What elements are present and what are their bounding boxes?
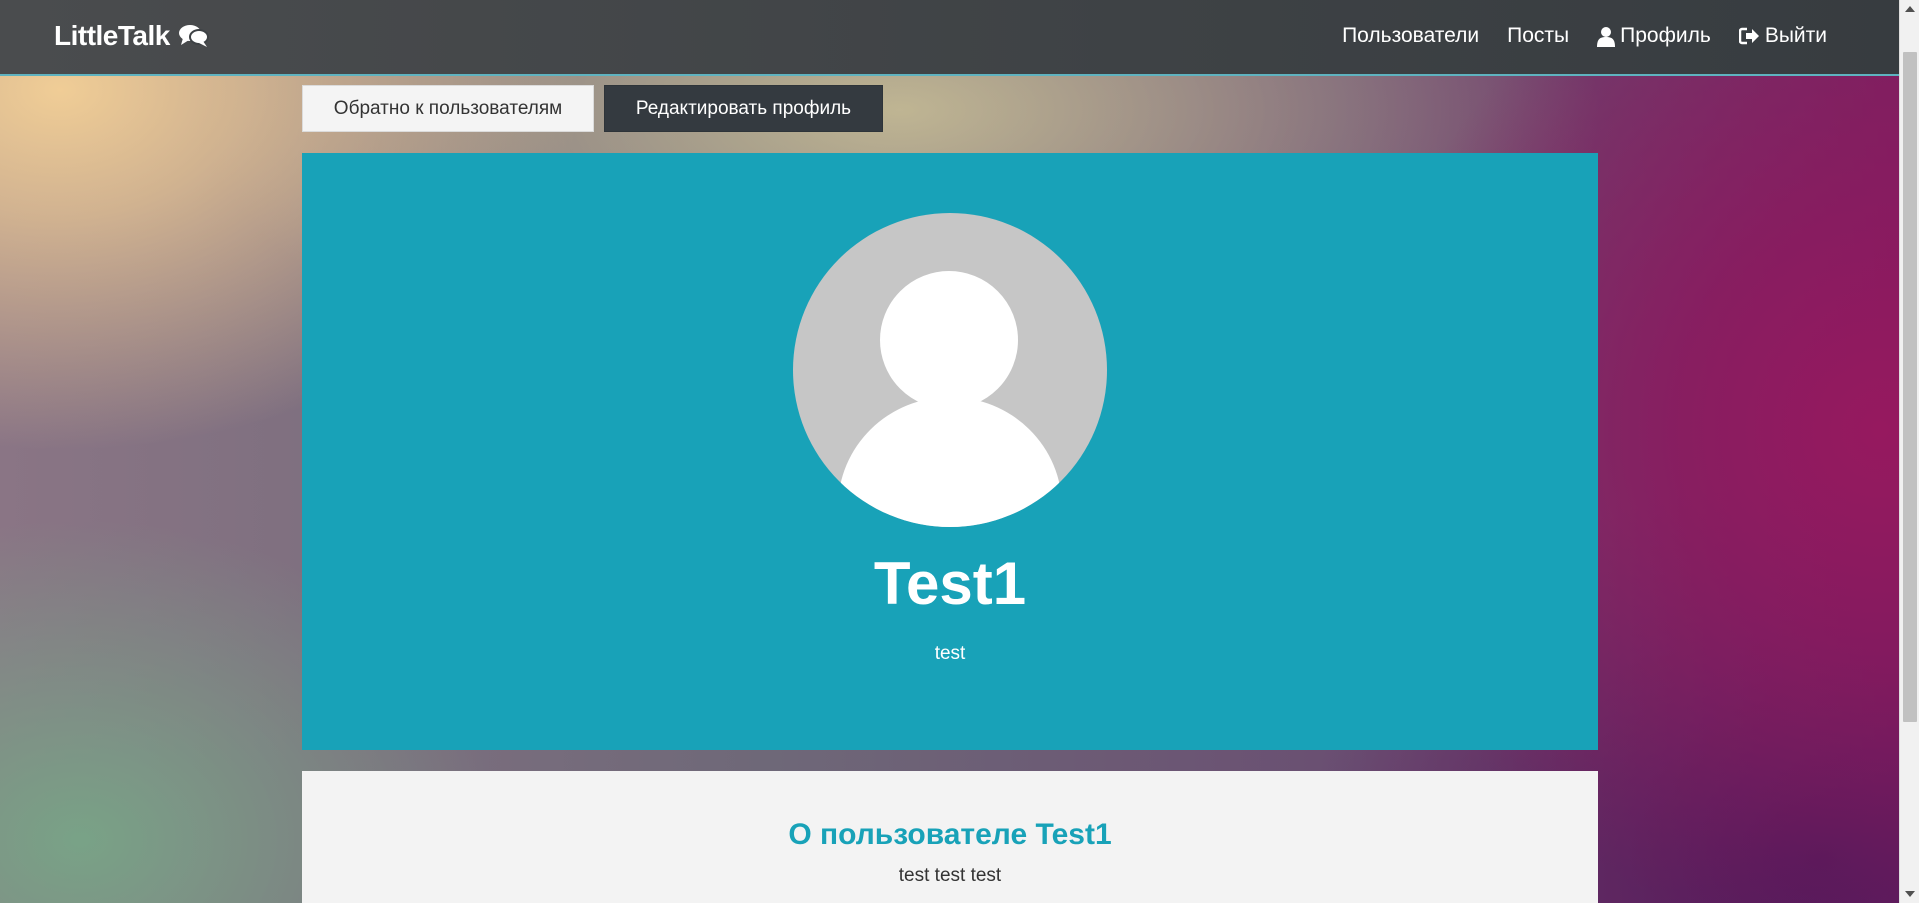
nav-link-profile[interactable]: Профиль <box>1597 24 1711 48</box>
profile-status: test <box>934 643 966 664</box>
user-icon <box>1597 26 1616 47</box>
default-avatar-icon <box>793 213 1107 527</box>
nav-link-logout-label: Выйти <box>1764 24 1827 47</box>
profile-username: Test1 <box>873 550 1027 617</box>
top-navbar: LittleTalk Пользователи Посты Профиль Вы… <box>0 0 1899 76</box>
about-card: О пользователе Test1 test test test <box>302 771 1598 903</box>
nav-link-users[interactable]: Пользователи <box>1342 24 1479 48</box>
about-title: О пользователе Test1 <box>788 818 1112 851</box>
scroll-up-icon[interactable] <box>1905 6 1915 12</box>
nav-links: Пользователи Посты Профиль Выйти <box>1342 24 1827 48</box>
nav-link-logout[interactable]: Выйти <box>1738 24 1827 48</box>
nav-link-users-label: Пользователи <box>1342 24 1480 47</box>
back-to-users-button[interactable]: Обратно к пользователям <box>302 85 594 132</box>
nav-link-posts[interactable]: Посты <box>1507 24 1569 48</box>
avatar-head <box>878 269 1020 411</box>
scroll-thumb[interactable] <box>1903 52 1917 722</box>
page-scrollbar[interactable] <box>1899 0 1919 903</box>
brand-name: LittleTalk <box>54 20 170 51</box>
comments-icon <box>178 23 210 49</box>
edit-profile-button[interactable]: Редактировать профиль <box>604 85 883 132</box>
nav-link-posts-label: Посты <box>1507 24 1570 47</box>
scroll-down-icon[interactable] <box>1905 891 1915 897</box>
avatar-body <box>838 397 1062 527</box>
sign-out-icon <box>1738 27 1760 45</box>
brand-logo[interactable]: LittleTalk <box>54 20 210 52</box>
nav-link-profile-label: Профиль <box>1620 24 1711 47</box>
profile-card: Test1 test <box>302 153 1598 750</box>
about-text: test test test <box>898 865 1002 886</box>
